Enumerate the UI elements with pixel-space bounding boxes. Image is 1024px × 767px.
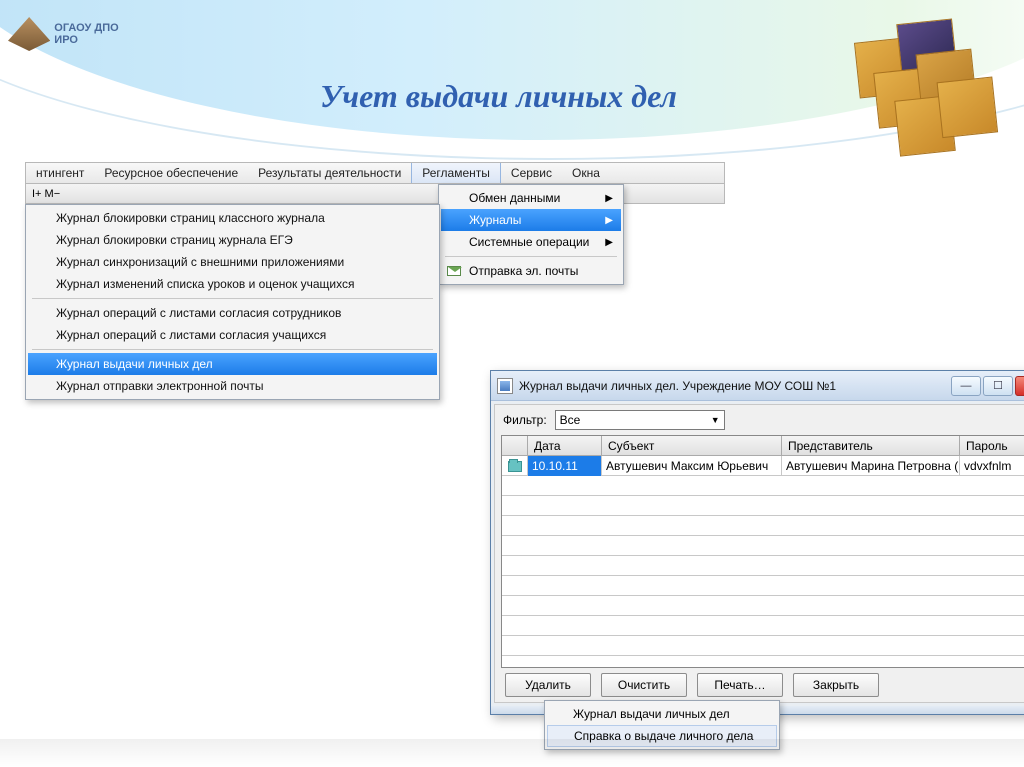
separator [445, 256, 617, 257]
table-row[interactable]: 10.10.11 Автушевич Максим Юрьевич Автуше… [502, 456, 1024, 476]
book-icon [8, 17, 50, 51]
cell-subject[interactable]: Автушевич Максим Юрьевич [602, 456, 782, 476]
sub-item-label: Журнал синхронизаций с внешними приложен… [56, 255, 344, 269]
separator [32, 298, 433, 299]
separator [32, 349, 433, 350]
col-password[interactable]: Пароль [960, 436, 1024, 455]
clear-button[interactable]: Очистить [601, 673, 687, 697]
close-button[interactable]: Закрыть [793, 673, 879, 697]
row-icon-cell [502, 456, 528, 476]
dd-item-label: Системные операции [469, 235, 589, 249]
sub-item[interactable]: Журнал изменений списка уроков и оценок … [28, 273, 437, 295]
cell-pwd[interactable]: vdvxfnlm [960, 456, 1024, 476]
floor-shadow [0, 739, 1024, 767]
menu-contingent[interactable]: нтингент [26, 163, 94, 183]
folder-icon [508, 461, 522, 472]
menu-reglamenty[interactable]: Регламенты [411, 163, 501, 183]
chevron-right-icon: ▶ [605, 237, 613, 248]
filter-label: Фильтр: [503, 413, 547, 427]
dd-item-exchange[interactable]: Обмен данными ▶ [441, 187, 621, 209]
dd-item-label: Обмен данными [469, 191, 560, 205]
menu-service[interactable]: Сервис [501, 163, 562, 183]
sub-item[interactable]: Журнал отправки электронной почты [28, 375, 437, 397]
app-menubar: нтингент Ресурсное обеспечение Результат… [25, 162, 725, 184]
dd-item-label: Отправка эл. почты [469, 264, 578, 278]
sub-item-label: Журнал выдачи личных дел [56, 357, 213, 371]
dd-item-journals[interactable]: Журналы ▶ [441, 209, 621, 231]
org-logo-text: ОГАОУ ДПО ИРО [54, 22, 138, 46]
sub-item[interactable]: Журнал операций с листами согласия учащи… [28, 324, 437, 346]
submenu-journals: Журнал блокировки страниц классного журн… [25, 204, 440, 400]
sub-item-label: Журнал операций с листами согласия учащи… [56, 328, 326, 342]
popup-item-label: Журнал выдачи личных дел [573, 707, 730, 721]
sub-item[interactable]: Журнал синхронизаций с внешними приложен… [28, 251, 437, 273]
popup-item-journal[interactable]: Журнал выдачи личных дел [547, 703, 777, 725]
window-app-icon [497, 378, 513, 394]
titlebar[interactable]: Журнал выдачи личных дел. Учреждение МОУ… [491, 371, 1024, 401]
sub-item-label: Журнал отправки электронной почты [56, 379, 264, 393]
chevron-down-icon: ▼ [711, 415, 720, 425]
dropdown-reglamenty: Обмен данными ▶ Журналы ▶ Системные опер… [438, 184, 624, 285]
cell-rep[interactable]: Автушевич Марина Петровна (м [782, 456, 960, 476]
org-logo: ОГАОУ ДПО ИРО [8, 4, 138, 64]
sub-item[interactable]: Журнал операций с листами согласия сотру… [28, 302, 437, 324]
sub-item-label: Журнал изменений списка уроков и оценок … [56, 277, 355, 291]
button-row: Удалить Очистить Печать… Закрыть [495, 668, 1024, 702]
col-representative[interactable]: Представитель [782, 436, 960, 455]
sub-item-label: Журнал блокировки страниц журнала ЕГЭ [56, 233, 293, 247]
filter-select[interactable]: Все ▼ [555, 410, 725, 430]
window-minimize-button[interactable]: — [951, 376, 981, 396]
print-button[interactable]: Печать… [697, 673, 783, 697]
mail-icon [447, 266, 461, 276]
chevron-right-icon: ▶ [605, 215, 613, 226]
grid-header: Дата Субъект Представитель Пароль [502, 436, 1024, 456]
sub-item-selected[interactable]: Журнал выдачи личных дел [28, 353, 437, 375]
sub-item-label: Журнал блокировки страниц классного журн… [56, 211, 325, 225]
cube-graphic [835, 14, 1010, 180]
dd-item-sendmail[interactable]: Отправка эл. почты [441, 260, 621, 282]
menu-windows[interactable]: Окна [562, 163, 610, 183]
toolbar-text: I+ M− [32, 188, 60, 200]
delete-button[interactable]: Удалить [505, 673, 591, 697]
cell-date[interactable]: 10.10.11 [528, 456, 602, 476]
menu-resources[interactable]: Ресурсное обеспечение [94, 163, 248, 183]
sub-item-label: Журнал операций с листами согласия сотру… [56, 306, 341, 320]
col-date[interactable]: Дата [528, 436, 602, 455]
grid-rows[interactable]: 10.10.11 Автушевич Максим Юрьевич Автуше… [502, 456, 1024, 667]
col-icon[interactable] [502, 436, 528, 455]
window-maximize-button[interactable]: ☐ [983, 376, 1013, 396]
journal-window: Журнал выдачи личных дел. Учреждение МОУ… [490, 370, 1024, 715]
window-title: Журнал выдачи личных дел. Учреждение МОУ… [519, 379, 951, 393]
dd-item-label: Журналы [469, 213, 521, 227]
data-grid: Дата Субъект Представитель Пароль 10.10.… [501, 435, 1024, 668]
dd-item-sysops[interactable]: Системные операции ▶ [441, 231, 621, 253]
menu-results[interactable]: Результаты деятельности [248, 163, 411, 183]
window-close-button[interactable]: ✕ [1015, 376, 1024, 396]
filter-value: Все [560, 413, 581, 427]
slide-title: Учет выдачи личных дел [320, 78, 677, 115]
col-subject[interactable]: Субъект [602, 436, 782, 455]
sub-item[interactable]: Журнал блокировки страниц классного журн… [28, 207, 437, 229]
chevron-right-icon: ▶ [605, 193, 613, 204]
sub-item[interactable]: Журнал блокировки страниц журнала ЕГЭ [28, 229, 437, 251]
